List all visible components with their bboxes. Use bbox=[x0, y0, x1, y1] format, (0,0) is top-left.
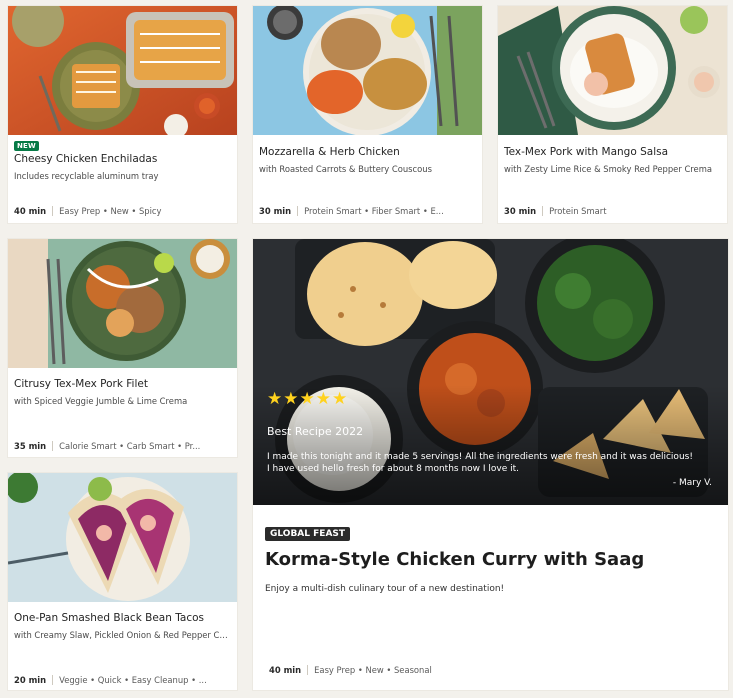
recipe-title[interactable]: Citrusy Tex-Mex Pork Filet bbox=[14, 378, 231, 390]
recipe-image bbox=[8, 473, 237, 602]
recipe-image bbox=[8, 239, 237, 368]
recipe-subtitle: with Zesty Lime Rice & Smoky Red Pepper … bbox=[504, 164, 712, 174]
recipe-image bbox=[498, 6, 727, 135]
featured-recipe-meta: 40 min Easy Prep • New • Seasonal bbox=[269, 665, 722, 675]
new-badge: NEW bbox=[14, 141, 39, 151]
recipe-image bbox=[8, 6, 237, 135]
recipe-grid: NEW Cheesy Chicken Enchiladas Includes r… bbox=[0, 0, 733, 698]
cook-time: 40 min bbox=[14, 206, 54, 216]
recipe-title[interactable]: Mozzarella & Herb Chicken bbox=[259, 146, 476, 158]
award-label: Best Recipe 2022 bbox=[267, 425, 364, 438]
featured-recipe-subtitle: Enjoy a multi-dish culinary tour of a ne… bbox=[265, 584, 505, 594]
recipe-card-mozzarella-chicken[interactable]: Mozzarella & Herb Chicken with Roasted C… bbox=[253, 6, 482, 223]
recipe-title[interactable]: Tex-Mex Pork with Mango Salsa bbox=[504, 146, 721, 158]
global-feast-badge: GLOBAL FEAST bbox=[265, 527, 351, 541]
recipe-meta: 30 min Protein Smart • Fiber Smart • E..… bbox=[259, 206, 476, 216]
recipe-card-citrusy-pork-filet[interactable]: Citrusy Tex-Mex Pork Filet with Spiced V… bbox=[8, 239, 237, 457]
recipe-tags: Calorie Smart • Carb Smart • Pr... bbox=[59, 441, 201, 451]
recipe-title[interactable]: Cheesy Chicken Enchiladas bbox=[14, 153, 231, 165]
recipe-subtitle: with Roasted Carrots & Buttery Couscous bbox=[259, 164, 432, 174]
recipe-tags: Protein Smart bbox=[549, 206, 607, 216]
featured-recipe-card[interactable]: ★★★★★ Best Recipe 2022 I made this tonig… bbox=[253, 239, 728, 690]
recipe-subtitle: with Spiced Veggie Jumble & Lime Crema bbox=[14, 396, 188, 406]
featured-recipe-title[interactable]: Korma-Style Chicken Curry with Saag bbox=[265, 549, 644, 570]
cook-time: 30 min bbox=[504, 206, 544, 216]
recipe-meta: 35 min Calorie Smart • Carb Smart • Pr..… bbox=[14, 441, 231, 451]
recipe-tags: Veggie • Quick • Easy Cleanup • ... bbox=[59, 675, 207, 685]
cook-time: 30 min bbox=[259, 206, 299, 216]
recipe-card-enchiladas[interactable]: NEW Cheesy Chicken Enchiladas Includes r… bbox=[8, 6, 237, 223]
recipe-subtitle: Includes recyclable aluminum tray bbox=[14, 171, 159, 181]
rating-stars: ★★★★★ bbox=[267, 389, 349, 409]
recipe-card-tex-mex-pork-mango[interactable]: Tex-Mex Pork with Mango Salsa with Zesty… bbox=[498, 6, 727, 223]
recipe-card-black-bean-tacos[interactable]: One-Pan Smashed Black Bean Tacos with Cr… bbox=[8, 473, 237, 690]
cook-time: 20 min bbox=[14, 675, 54, 685]
reviewer-name: - Mary V. bbox=[672, 478, 712, 488]
recipe-image bbox=[253, 6, 482, 135]
cook-time: 40 min bbox=[269, 665, 309, 675]
recipe-meta: 20 min Veggie • Quick • Easy Cleanup • .… bbox=[14, 675, 231, 685]
recipe-tags: Protein Smart • Fiber Smart • E... bbox=[304, 206, 444, 216]
recipe-subtitle: with Creamy Slaw, Pickled Onion & Red Pe… bbox=[14, 630, 231, 640]
recipe-meta: 40 min Easy Prep • New • Spicy bbox=[14, 206, 231, 216]
cook-time: 35 min bbox=[14, 441, 54, 451]
recipe-meta: 30 min Protein Smart bbox=[504, 206, 721, 216]
recipe-title[interactable]: One-Pan Smashed Black Bean Tacos bbox=[14, 612, 231, 624]
recipe-tags: Easy Prep • New • Spicy bbox=[59, 206, 162, 216]
review-text: I made this tonight and it made 5 servin… bbox=[267, 452, 693, 474]
recipe-tags: Easy Prep • New • Seasonal bbox=[314, 665, 432, 675]
